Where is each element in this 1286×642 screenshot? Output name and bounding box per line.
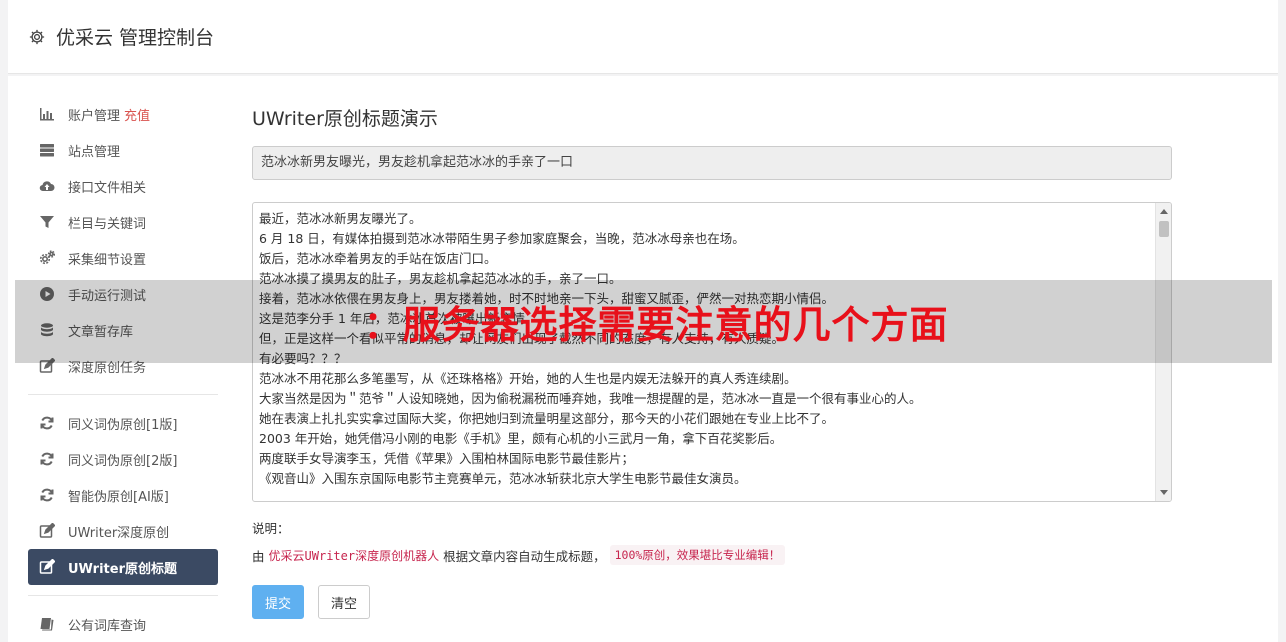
book-icon <box>38 616 56 632</box>
article-line: 两度联手女导演李玉，凭借《苹果》入围柏林国际电影节最佳影片； <box>259 451 635 466</box>
gears-icon <box>38 250 56 266</box>
sidebar-item-collect-settings[interactable]: 采集细节设置 <box>28 240 218 276</box>
scroll-up-icon[interactable] <box>1160 209 1168 214</box>
sidebar-item-label: 栏目与关键词 <box>68 216 147 232</box>
article-line: 6 月 18 日，有媒体拍摄到范冰冰带陌生男子参加家庭聚会，当晚，范冰冰母亲也在… <box>259 231 745 246</box>
sidebar-item-account[interactable]: 账户管理 充值 <box>28 96 218 132</box>
app-header: 优采云 管理控制台 <box>8 0 1278 74</box>
sidebar-item-label: 接口文件相关 <box>68 180 147 196</box>
article-line: 《观音山》入围东京国际电影节主竞赛单元，范冰冰斩获北京大学生电影节最佳女演员。 <box>259 471 747 486</box>
sidebar-item-interface[interactable]: 接口文件相关 <box>28 168 218 204</box>
app-title: 优采云 管理控制台 <box>56 27 215 49</box>
refresh-icon <box>38 415 56 431</box>
sidebar-item-label: 站点管理 <box>68 144 121 160</box>
sidebar-item-synonym-v2[interactable]: 同义词伪原创[2版] <box>28 441 218 477</box>
article-line: 2003 年开始，她凭借冯小刚的电影《手机》里，颇有心机的小三武月一角，拿下百花… <box>259 431 783 446</box>
sidebar-item-ai-rewrite[interactable]: 智能伪原创[AI版] <box>28 477 218 513</box>
sidebar-item-sites[interactable]: 站点管理 <box>28 132 218 168</box>
sidebar-item-label: UWriter原创标题 <box>68 561 177 577</box>
sidebar-divider <box>28 394 218 395</box>
sidebar-item-label: 同义词伪原创[1版] <box>68 417 178 433</box>
bar-chart-icon <box>38 106 56 122</box>
sidebar-item-label: 公有词库查询 <box>68 618 147 634</box>
refresh-icon <box>38 451 56 467</box>
sidebar-item-label: 同义词伪原创[2版] <box>68 453 178 469</box>
sidebar-item-label: UWriter深度原创 <box>68 525 170 541</box>
note-highlight: 100%原创，效果堪比专业编辑！ <box>609 545 786 565</box>
server-icon <box>38 142 56 158</box>
article-line: 最近，范冰冰新男友曝光了。 <box>259 211 422 226</box>
sidebar-item-public-lexicon[interactable]: 公有词库查询 <box>28 606 218 642</box>
sidebar-item-uwriter-title[interactable]: UWriter原创标题 <box>28 549 218 585</box>
recharge-link[interactable]: 充值 <box>124 105 150 124</box>
action-buttons: 提交 清空 <box>252 585 1172 619</box>
article-line: 大家当然是因为＂范爷＂人设知晓她，因为偷税漏税而唾弃她，我唯一想提醒的是，范冰冰… <box>259 391 922 406</box>
filter-icon <box>38 214 56 230</box>
note-description: 由 优采云UWriter深度原创机器人 根据文章内容自动生成标题， 100%原创… <box>252 545 1172 565</box>
sidebar-item-label: 采集细节设置 <box>68 252 147 268</box>
sidebar-item-label: 智能伪原创[AI版] <box>68 489 169 505</box>
edit-icon <box>38 523 56 539</box>
sidebar-divider <box>28 595 218 596</box>
sidebar-item-label: 账户管理 <box>68 108 121 124</box>
note-prefix: 由 <box>252 548 265 564</box>
sidebar-item-keywords[interactable]: 栏目与关键词 <box>28 204 218 240</box>
gear-icon <box>28 28 46 46</box>
uwriter-robot-link[interactable]: 优采云UWriter深度原创机器人 <box>269 547 440 564</box>
submit-button[interactable]: 提交 <box>252 585 305 619</box>
scroll-thumb[interactable] <box>1159 221 1169 237</box>
article-line: 她在表演上扎扎实实拿过国际大奖，你把她归到流量明星这部分，那今天的小花们跟她在专… <box>259 411 835 426</box>
overlay-banner: ：服务器选择需要注意的几个方面 <box>15 280 1272 363</box>
generated-title-field[interactable]: 范冰冰新男友曝光，男友趁机拿起范冰冰的手亲了一口 <box>252 146 1172 180</box>
clear-button[interactable]: 清空 <box>318 585 371 619</box>
sidebar-item-synonym-v1[interactable]: 同义词伪原创[1版] <box>28 405 218 441</box>
note-middle: 根据文章内容自动生成标题， <box>443 548 606 564</box>
page-title: UWriter原创标题演示 <box>252 108 438 130</box>
sidebar-item-uwriter-deep[interactable]: UWriter深度原创 <box>28 513 218 549</box>
refresh-icon <box>38 487 56 503</box>
article-line: 饭后，范冰冰牵着男友的手站在饭店门口。 <box>259 251 497 266</box>
edit-icon <box>38 559 56 575</box>
article-line: 范冰冰不用花那么多笔墨写，从《还珠格格》开始，她的人生也是内娱无法躲开的真人秀连… <box>259 371 797 386</box>
scroll-down-icon[interactable] <box>1160 490 1168 495</box>
note-label: 说明： <box>252 521 290 536</box>
banner-text: ：服务器选择需要注意的几个方面 <box>363 303 949 347</box>
cloud-upload-icon <box>38 178 56 194</box>
sidebar: 账户管理 充值 站点管理 接口文件相关 栏目与关键词 采集细节设置 手动运行测试… <box>28 96 218 642</box>
